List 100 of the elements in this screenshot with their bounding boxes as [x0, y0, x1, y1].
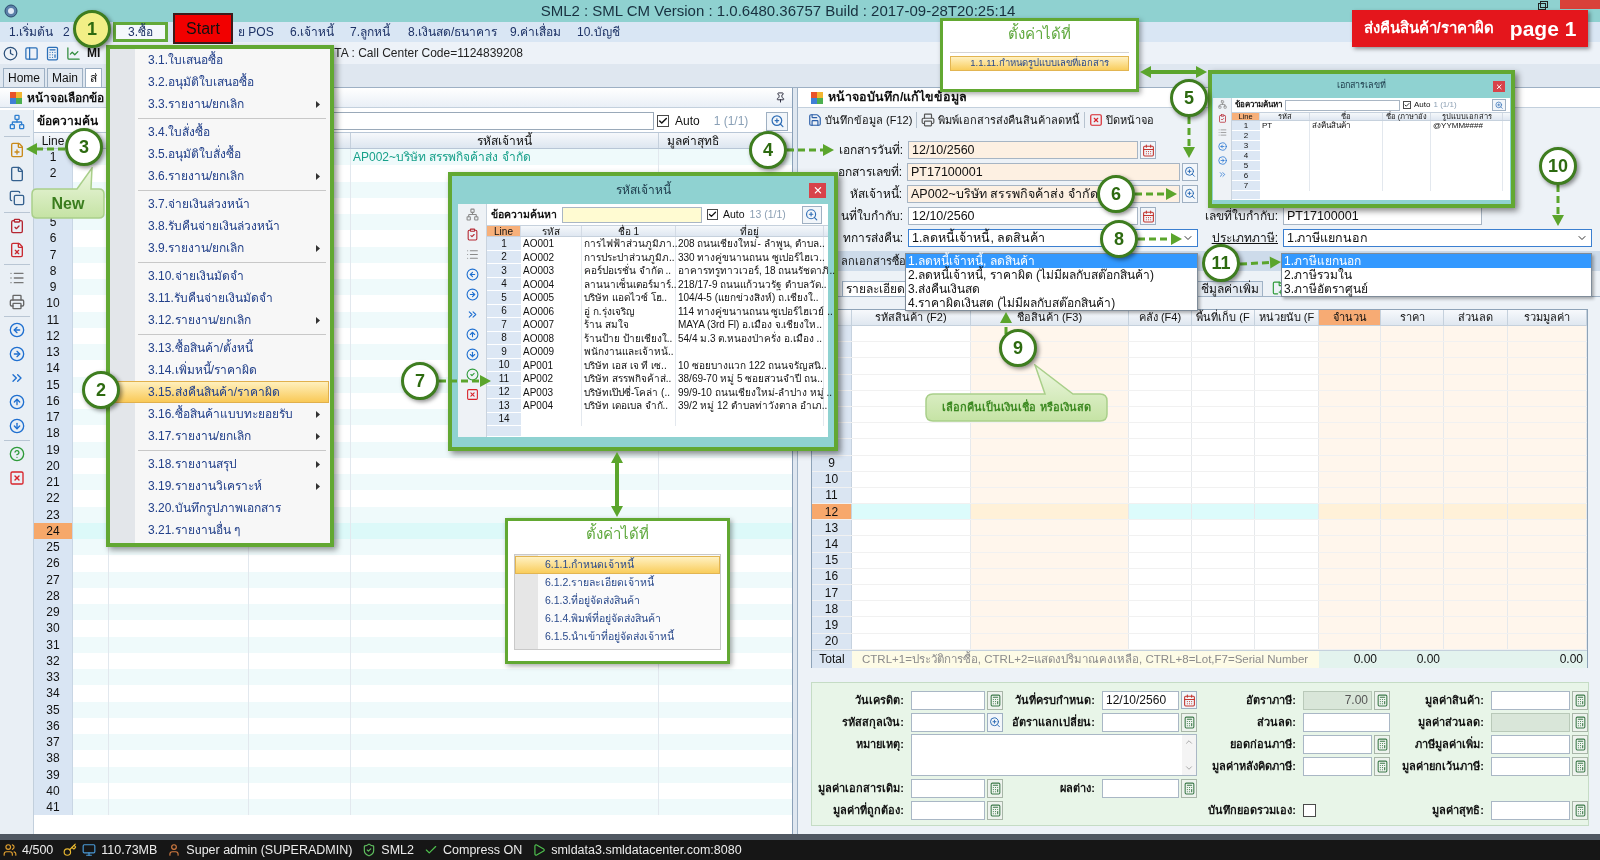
- table-row[interactable]: 12: [812, 504, 1587, 521]
- new-document-icon[interactable]: [8, 142, 25, 158]
- number-field[interactable]: [1303, 756, 1372, 776]
- date-field[interactable]: 12/10/2560: [908, 141, 1138, 159]
- dropdown-option[interactable]: 3.ส่งคืนเงินสด: [906, 282, 1197, 296]
- arrow-left-icon[interactable]: [1217, 142, 1227, 151]
- dropdown-option[interactable]: 2.ลดหนี้เจ้าหนี้, ราคาผิด (ไม่มีผลกับสต๊อกสินค้า): [906, 268, 1197, 282]
- calculator-button[interactable]: [1374, 756, 1390, 776]
- calculator-button[interactable]: [1374, 734, 1390, 754]
- menu-item[interactable]: 3.7.จ่ายเงินล่วงหน้า: [111, 193, 329, 215]
- calendar-button[interactable]: [1181, 691, 1197, 709]
- close-icon[interactable]: [465, 388, 479, 401]
- document-icon[interactable]: [8, 166, 25, 182]
- arrow-down-icon[interactable]: [465, 348, 479, 361]
- clock-icon[interactable]: [3, 45, 18, 61]
- menu-item[interactable]: 3.12.รายงาน/ยกเลิก: [111, 309, 329, 331]
- search-button[interactable]: [1492, 99, 1506, 111]
- table-row[interactable]: 33: [34, 669, 792, 686]
- menu-item[interactable]: 9.ค่าเสื่อม: [509, 22, 562, 42]
- number-field[interactable]: [1491, 756, 1570, 776]
- menu-item[interactable]: 3.2.อนุมัติใบเสนอซื้อ: [111, 71, 329, 93]
- printer-icon[interactable]: [8, 294, 25, 310]
- search-button[interactable]: [987, 712, 1003, 732]
- calculator-button[interactable]: [1572, 734, 1588, 754]
- table-row[interactable]: 41: [34, 799, 792, 816]
- menu-item[interactable]: 3.1.ใบเสนอซื้อ: [111, 49, 329, 71]
- number-field[interactable]: [1491, 690, 1570, 710]
- settings-menu-item[interactable]: 6.1.1.กำหนดเจ้าหนี้: [515, 556, 720, 574]
- help-icon[interactable]: [8, 446, 25, 462]
- close-button[interactable]: [1493, 81, 1505, 92]
- menu-item[interactable]: 3.17.รายงาน/ยกเลิก: [111, 425, 329, 447]
- table-row[interactable]: 17: [812, 585, 1587, 602]
- table-row[interactable]: 13: [812, 520, 1587, 537]
- menu-item[interactable]: 3.ซื้อ: [113, 22, 168, 42]
- arrow-down-icon[interactable]: [8, 418, 25, 434]
- checklist-icon[interactable]: [465, 228, 479, 241]
- number-field[interactable]: [911, 800, 985, 820]
- list-icon[interactable]: [8, 270, 25, 286]
- dropdown-option[interactable]: 3.ภาษีอัตราศูนย์: [1282, 282, 1591, 296]
- print-button[interactable]: พิมพ์เอกสารส่งคืนสินค้าลดหนี้: [920, 110, 1082, 130]
- double-chevron-icon[interactable]: [1217, 170, 1227, 179]
- number-field[interactable]: [1102, 712, 1179, 732]
- panel-icon[interactable]: [24, 45, 39, 61]
- calculator-button[interactable]: [987, 690, 1003, 710]
- dropdown-option[interactable]: 4.ราคาผิดเงินสด (ไม่มีผลกับสต๊อกสินค้า): [906, 296, 1197, 310]
- table-row[interactable]: 18: [812, 601, 1587, 618]
- table-row[interactable]: [812, 439, 1587, 456]
- column-header[interactable]: จำนวน: [1319, 310, 1381, 325]
- tree-icon[interactable]: [1217, 100, 1227, 109]
- restore-icon[interactable]: [1538, 1, 1548, 10]
- column-header[interactable]: ราคา: [1381, 310, 1444, 325]
- calculator-button[interactable]: [1572, 712, 1588, 732]
- calculator-button[interactable]: [1374, 690, 1390, 710]
- calculator-button[interactable]: [1572, 690, 1588, 710]
- search-button[interactable]: [1182, 185, 1198, 203]
- search-button[interactable]: [802, 205, 822, 224]
- list-icon[interactable]: [465, 248, 479, 261]
- arrow-left-icon[interactable]: [465, 268, 479, 281]
- table-row[interactable]: 14: [812, 536, 1587, 553]
- menu-item[interactable]: 3.10.จ่ายเงินมัดจำ: [111, 265, 329, 287]
- calendar-button[interactable]: [1140, 207, 1156, 225]
- text-field[interactable]: PT17100001: [907, 163, 1180, 181]
- column-header[interactable]: รวมมูลค่า: [1508, 310, 1587, 325]
- calendar-button[interactable]: [1140, 141, 1156, 159]
- column-header[interactable]: ส่วนลด: [1444, 310, 1508, 325]
- tree-icon[interactable]: [465, 208, 479, 221]
- date-field[interactable]: 12/10/2560: [1102, 690, 1179, 710]
- menu-item[interactable]: 2: [62, 22, 71, 42]
- checkbox[interactable]: [657, 115, 669, 127]
- checklist-icon[interactable]: [8, 218, 25, 234]
- menu-item[interactable]: 1.เริ่มต้น: [8, 22, 54, 42]
- tab[interactable]: ชีมูลค่าเพิ่ม: [1197, 281, 1263, 296]
- calculator-button[interactable]: [1181, 778, 1197, 798]
- search-field[interactable]: [562, 206, 702, 223]
- menu-item[interactable]: 3.3.รายงาน/ยกเลิก: [111, 93, 329, 115]
- number-field[interactable]: [1491, 800, 1570, 820]
- tab[interactable]: Main: [47, 68, 84, 87]
- menu-item[interactable]: 3.8.รับคืนจ่ายเงินล่วงหน้า: [111, 215, 329, 237]
- list-icon[interactable]: [1217, 128, 1227, 137]
- settings-menu-item[interactable]: 1.1.11.กำหนดรูปแบบเลขที่เอกสาร: [950, 56, 1129, 71]
- calculator-button[interactable]: [1181, 712, 1197, 732]
- checkbox[interactable]: [1403, 101, 1411, 109]
- arrow-right-icon[interactable]: [1217, 156, 1227, 165]
- menu-item[interactable]: 10.บัญชี: [576, 22, 621, 42]
- dropdown[interactable]: 1.ภาษีแยกนอก: [1283, 229, 1592, 247]
- copy-icon[interactable]: [8, 190, 25, 206]
- checklist-icon[interactable]: [1217, 114, 1227, 123]
- menu-item[interactable]: 8.เงินสด/ธนาคาร: [407, 22, 499, 42]
- menu-item[interactable]: 6.เจ้าหนี้: [289, 22, 335, 42]
- search-button[interactable]: [766, 111, 788, 131]
- tab[interactable]: Home: [3, 68, 45, 87]
- number-field[interactable]: [1491, 734, 1570, 754]
- check-circle-icon[interactable]: [465, 368, 479, 381]
- menu-item[interactable]: 3.13.ซื้อสินค้า/ตั้งหนี้: [111, 337, 329, 359]
- arrow-left-icon[interactable]: [8, 322, 25, 338]
- menu-item[interactable]: 3.11.รับคืนจ่ายเงินมัดจำ: [111, 287, 329, 309]
- calculator-button[interactable]: [987, 778, 1003, 798]
- tree-icon[interactable]: [8, 114, 25, 130]
- menu-item[interactable]: 3.9.รายงาน/ยกเลิก: [111, 237, 329, 259]
- number-field[interactable]: [1303, 734, 1372, 754]
